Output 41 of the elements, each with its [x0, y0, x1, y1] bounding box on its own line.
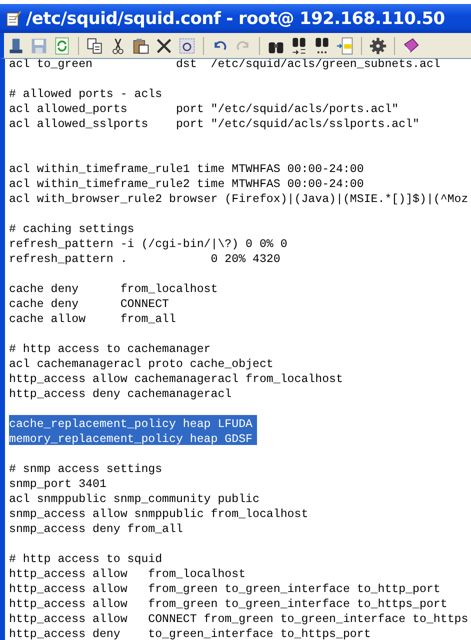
code-line: http_access deny to_green_interface to_https_port	[9, 628, 371, 640]
reload-icon[interactable]	[53, 36, 71, 54]
notepad-icon	[6, 10, 21, 27]
copy-icon[interactable]	[86, 36, 104, 54]
code-line: acl allowed_ports port "/etc/squid/acls/ports.acl"	[9, 103, 399, 116]
delete-icon[interactable]	[155, 36, 173, 54]
code-line: # allowed ports - acls	[9, 88, 162, 101]
find-next-icon[interactable]	[313, 36, 331, 54]
code-line: snmp_access deny from_all	[9, 523, 183, 536]
code-line: # snmp access settings	[9, 463, 162, 476]
text-editor[interactable]	[0, 58, 471, 640]
code-line: http_access allow CONNECT from_green to_green_interface to_https	[9, 613, 468, 626]
code-line: snmp_port 3401	[9, 478, 106, 491]
code-line: # caching settings	[9, 223, 134, 236]
replace-icon[interactable]	[290, 36, 308, 54]
code-line: refresh_pattern . 0 20% 4320	[9, 253, 280, 266]
code-line: http_access allow from_localhost	[9, 568, 246, 581]
window-title: /etc/squid/squid.conf - root@ 192.168.110.50	[26, 8, 445, 28]
code-line: acl snmppublic snmp_community public	[9, 493, 260, 506]
code-line: acl within_timeframe_rule2 time MTWHFAS 00:00-24:00	[9, 178, 364, 191]
code-line: cache deny CONNECT	[9, 298, 170, 311]
code-line: cache_replacement_policy heap LFUDA	[9, 418, 253, 431]
code-line: http_access deny cachemanageracl	[9, 388, 232, 401]
code-line: acl cachemanageracl proto cache_object	[9, 358, 274, 371]
paste-icon[interactable]	[132, 36, 150, 54]
code-line: # http access to squid	[9, 553, 162, 566]
code-line: http_access allow from_green to_green_interface to_https_port	[9, 598, 448, 611]
select-all-icon[interactable]	[178, 36, 196, 54]
code-line: acl with_browser_rule2 browser (Firefox)|(Java)|(MSIE.*[)]$)|(^Moz	[9, 193, 468, 206]
code-line: acl within_timeframe_rule1 time MTWHFAS 00:00-24:00	[9, 163, 364, 176]
settings-icon[interactable]	[369, 36, 387, 54]
code-line: cache allow from_all	[9, 313, 176, 326]
code-line: http_access allow cachemanageracl from_localhost	[9, 373, 343, 386]
code-line: acl allowed_sslports port "/etc/squid/acls/sslports.acl"	[9, 118, 420, 131]
code-line: refresh_pattern -i (/cgi-bin/|\?) 0 0% 0	[9, 238, 288, 251]
code-line: http_access allow from_green to_green_interface to_http_port	[9, 583, 440, 596]
code-line: cache deny from_localhost	[9, 283, 218, 296]
code-line: snmp_access allow snmppublic from_localhost	[9, 508, 308, 521]
code-line: # http access to cachemanager	[9, 343, 211, 356]
code-line: memory_replacement_policy heap GDSF	[9, 433, 253, 446]
book-icon[interactable]	[402, 36, 420, 54]
